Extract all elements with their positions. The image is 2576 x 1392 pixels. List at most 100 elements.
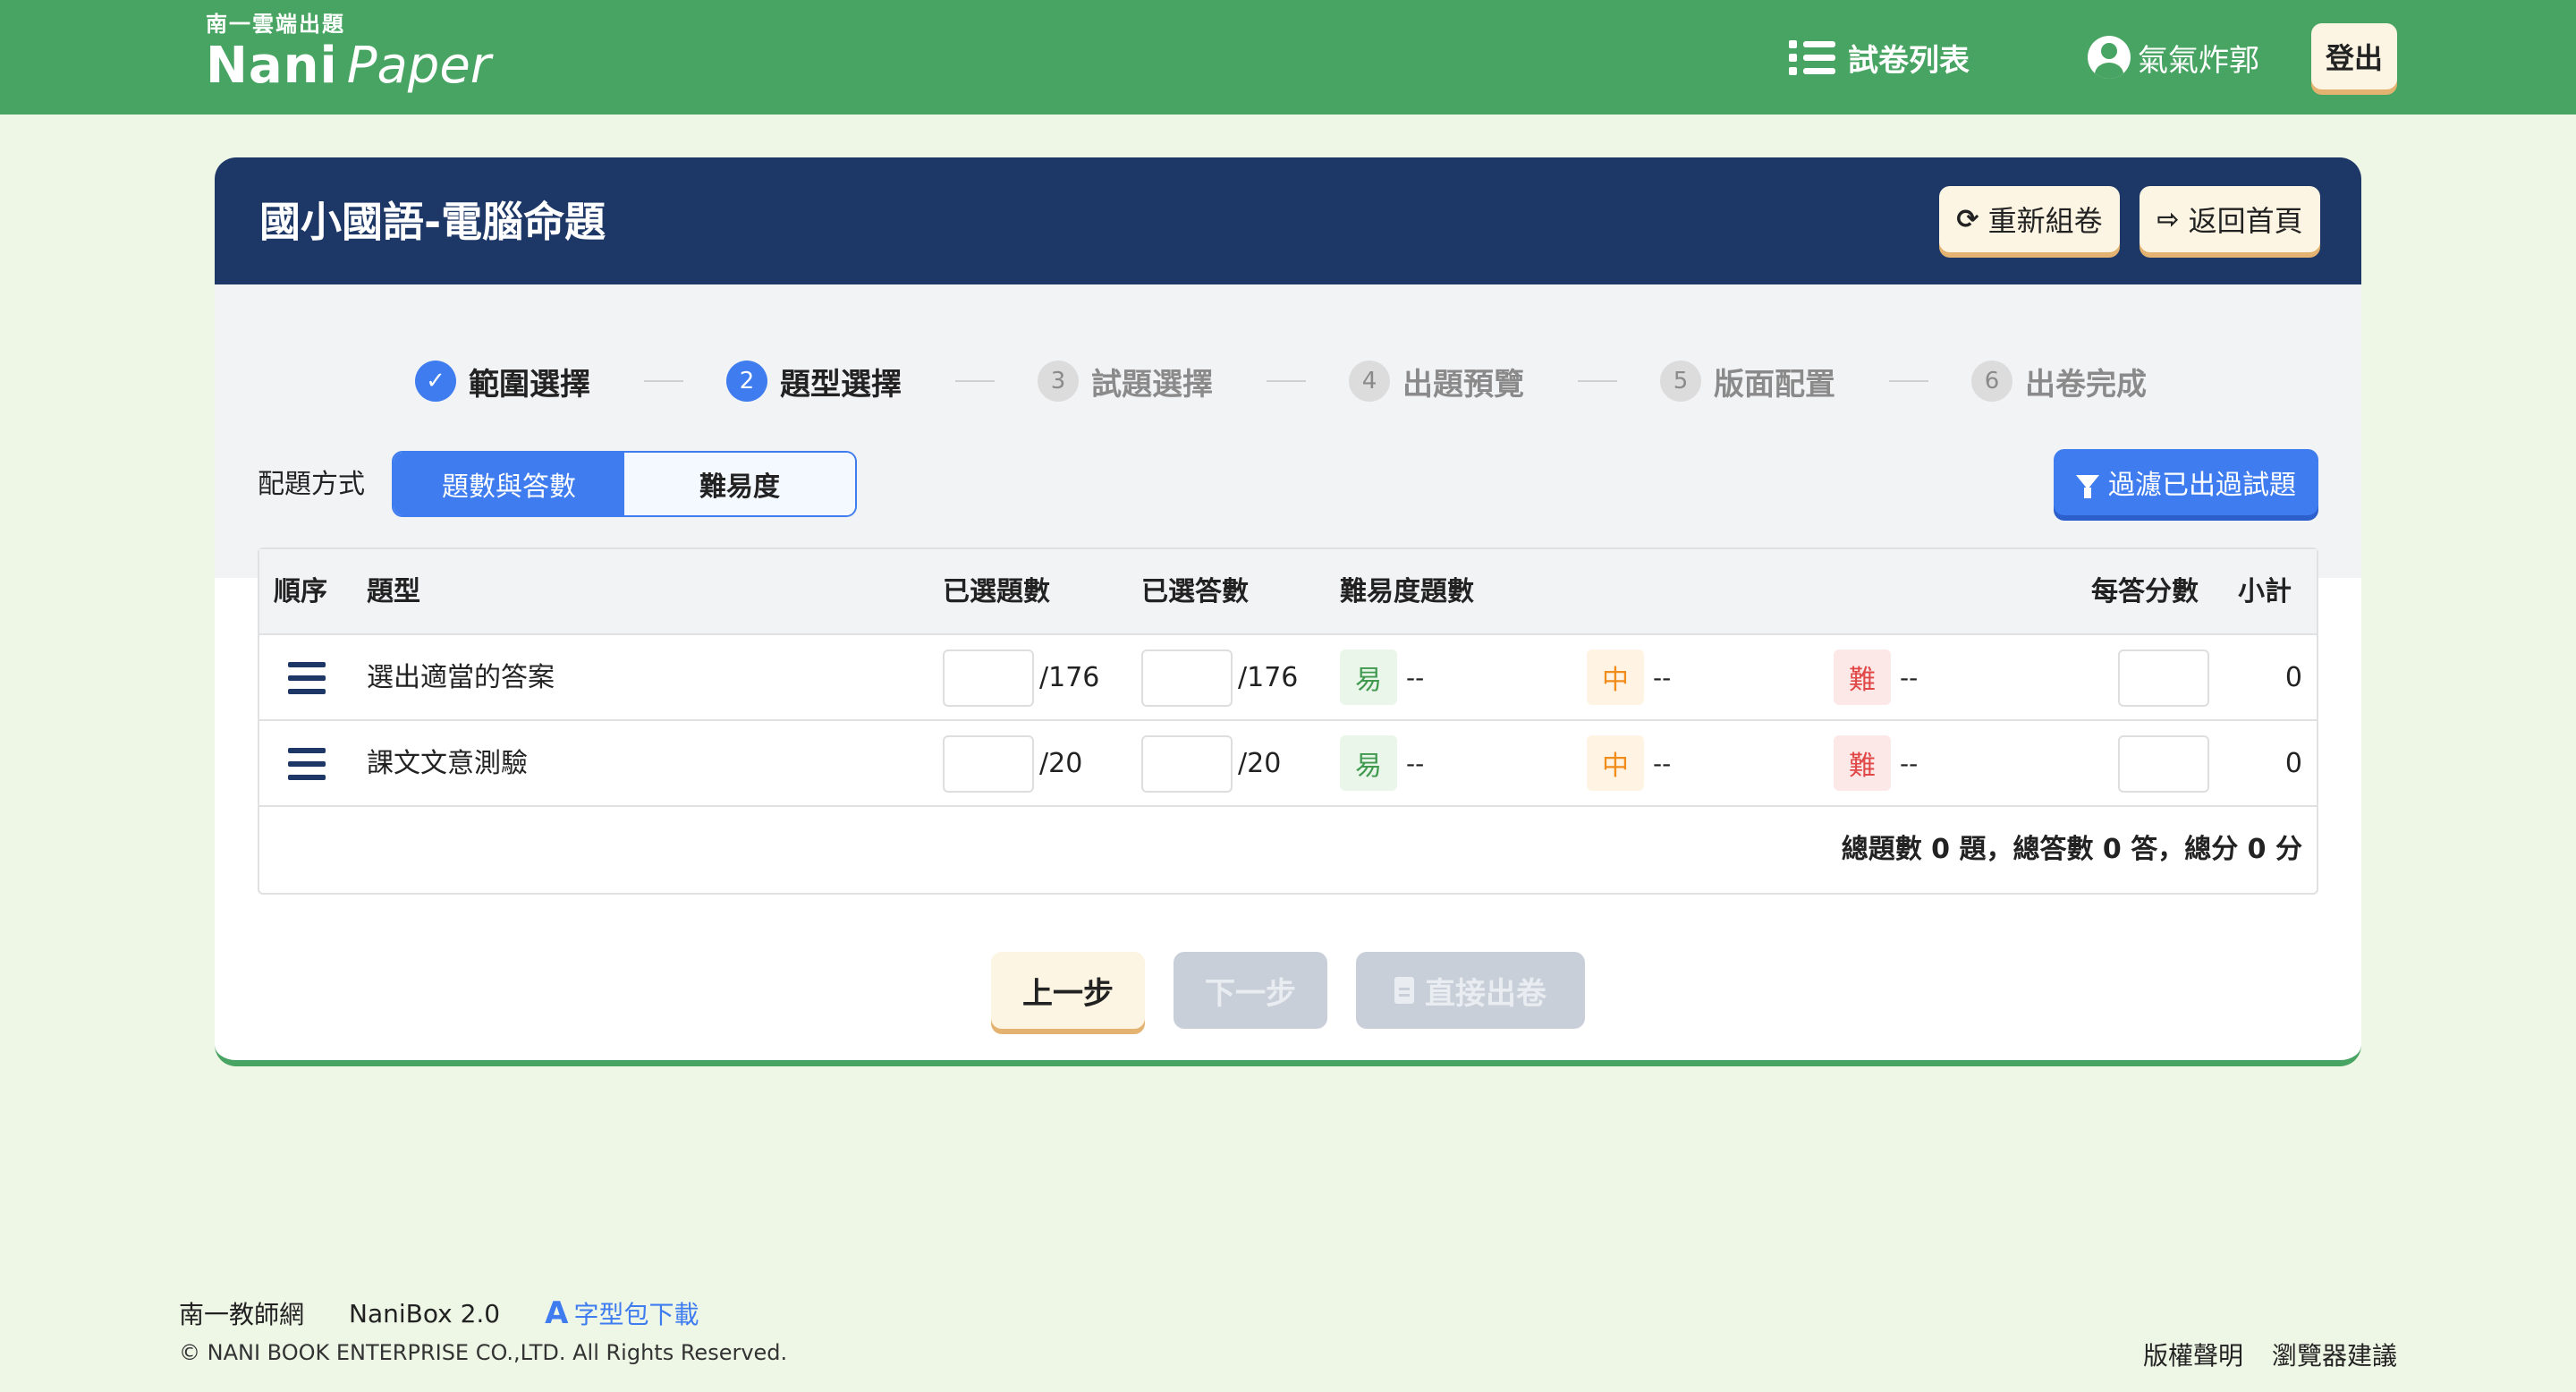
step-complete: 6 出卷完成 — [1971, 360, 2147, 403]
step-label: 範圍選擇 — [469, 366, 590, 403]
step-question: 3 試題選擇 — [1038, 360, 1213, 403]
step-divider — [1889, 380, 1928, 382]
step-divider — [644, 380, 683, 382]
mode-difficulty-tab[interactable]: 難易度 — [624, 453, 855, 515]
table-summary: 總題數 0 題，總答數 0 答，總分 0 分 — [1841, 834, 2302, 865]
footer-right-links: 版權聲明 瀏覽器建議 — [2143, 1337, 2397, 1372]
drag-handle-icon[interactable] — [288, 748, 326, 780]
hard-count: -- — [1900, 663, 1919, 692]
easy-badge: 易 — [1340, 735, 1397, 791]
table-header: 順序 題型 已選題數 已選答數 難易度題數 每答分數 小計 — [259, 549, 2317, 635]
brand-title: Nani Paper — [206, 38, 491, 95]
score-per-answer-input[interactable] — [2118, 735, 2209, 793]
medium-count: -- — [1653, 749, 1672, 778]
col-selected-questions: 已選題數 — [943, 576, 1050, 607]
footer-link-font-download[interactable]: A 字型包下載 — [545, 1295, 743, 1331]
col-difficulty: 難易度題數 — [1340, 576, 1474, 607]
drag-handle-icon[interactable] — [288, 662, 326, 694]
brand-nani: Nani — [206, 37, 338, 95]
col-selected-answers: 已選答數 — [1141, 576, 1249, 607]
footer-links: 南一教師網 NaniBox 2.0 A 字型包下載 — [179, 1295, 743, 1331]
step-number: 3 — [1038, 361, 1079, 402]
card-header: 國小國語-電腦命題 ⟳ 重新組卷 ⇨ 返回首頁 — [215, 157, 2361, 284]
step-progress-bar — [215, 284, 2361, 578]
home-button[interactable]: ⇨ 返回首頁 — [2140, 186, 2320, 252]
list-icon — [1789, 38, 1837, 76]
step-layout: 5 版面配置 — [1660, 360, 1835, 403]
copyright-text: © NANI BOOK ENTERPRISE CO.,LTD. All Righ… — [179, 1340, 788, 1365]
row-type: 課文文意測驗 — [367, 748, 528, 779]
easy-count: -- — [1406, 749, 1425, 778]
hard-badge: 難 — [1834, 735, 1891, 791]
easy-count: -- — [1406, 663, 1425, 692]
table-row: 選出適當的答案 /176 /176 易 -- 中 -- 難 -- 0 — [259, 635, 2317, 721]
logout-button[interactable]: 登出 — [2311, 23, 2397, 89]
nav-user[interactable]: 氣氣炸郭 — [2088, 32, 2259, 82]
step-number: 5 — [1660, 361, 1701, 402]
mode-count-tab[interactable]: 題數與答數 — [394, 453, 624, 515]
brand-subtitle: 南一雲端出題 — [206, 12, 345, 37]
footer-link-browser-advice[interactable]: 瀏覽器建議 — [2272, 1337, 2397, 1372]
filter-used-questions-button[interactable]: 過濾已出過試題 — [2054, 449, 2318, 515]
next-step-button[interactable]: 下一步 — [1174, 952, 1327, 1029]
step-number: 2 — [726, 361, 767, 402]
step-divider — [1267, 380, 1306, 382]
row-subtotal: 0 — [2284, 662, 2302, 693]
direct-export-button[interactable]: 直接出卷 — [1356, 952, 1585, 1029]
footer-link-teacher[interactable]: 南一教師網 — [179, 1295, 304, 1331]
hard-count: -- — [1900, 749, 1919, 778]
col-type: 題型 — [367, 576, 420, 607]
check-icon: ✓ — [415, 361, 456, 402]
user-name: 氣氣炸郭 — [2138, 42, 2259, 79]
step-label: 出卷完成 — [2025, 366, 2147, 403]
step-label: 出題預覽 — [1402, 366, 1524, 403]
step-divider — [1578, 380, 1617, 382]
step-label: 題型選擇 — [780, 366, 902, 403]
refresh-icon: ⟳ — [1956, 203, 1979, 235]
max-answers: /176 — [1238, 662, 1299, 693]
selected-questions-input[interactable] — [943, 649, 1034, 707]
max-questions: /176 — [1039, 662, 1100, 693]
col-score-per-answer: 每答分數 — [2091, 576, 2199, 607]
nav-exam-list[interactable]: 試卷列表 — [1789, 32, 1970, 82]
selected-answers-input[interactable] — [1141, 735, 1233, 793]
medium-badge: 中 — [1587, 649, 1644, 705]
brand-logo[interactable]: 南一雲端出題 Nani Paper — [206, 11, 491, 95]
prev-step-button[interactable]: 上一步 — [991, 952, 1145, 1029]
config-mode-toggle: 題數與答數 難易度 — [392, 451, 857, 517]
step-number: 4 — [1349, 361, 1390, 402]
brand-paper: Paper — [346, 37, 491, 95]
step-label: 試題選擇 — [1091, 366, 1213, 403]
row-subtotal: 0 — [2284, 748, 2302, 779]
max-answers: /20 — [1238, 748, 1282, 779]
filter-icon — [2076, 475, 2099, 498]
selected-questions-input[interactable] — [943, 735, 1034, 793]
direct-export-label: 直接出卷 — [1425, 975, 1546, 1012]
row-type: 選出適當的答案 — [367, 662, 555, 693]
step-preview: 4 出題預覽 — [1349, 360, 1524, 403]
score-per-answer-input[interactable] — [2118, 649, 2209, 707]
max-questions: /20 — [1039, 748, 1083, 779]
selected-answers-input[interactable] — [1141, 649, 1233, 707]
step-label: 版面配置 — [1714, 366, 1835, 403]
step-number: 6 — [1971, 361, 2012, 402]
top-header: 南一雲端出題 Nani Paper 試卷列表 氣氣炸郭 登出 — [0, 0, 2576, 115]
easy-badge: 易 — [1340, 649, 1397, 705]
step-type[interactable]: 2 題型選擇 — [726, 360, 902, 403]
col-order: 順序 — [274, 576, 327, 607]
nav-exam-list-label: 試卷列表 — [1848, 42, 1970, 79]
step-range[interactable]: ✓ 範圍選擇 — [415, 360, 590, 403]
col-subtotal: 小計 — [2238, 576, 2292, 607]
filter-label: 過濾已出過試題 — [2108, 470, 2296, 501]
footer-link-copyright-notice[interactable]: 版權聲明 — [2143, 1337, 2243, 1372]
reset-paper-button[interactable]: ⟳ 重新組卷 — [1939, 186, 2120, 252]
step-divider — [955, 380, 995, 382]
sign-out-icon: ⇨ — [2157, 203, 2180, 235]
table-row: 課文文意測驗 /20 /20 易 -- 中 -- 難 -- 0 — [259, 721, 2317, 807]
hard-badge: 難 — [1834, 649, 1891, 705]
reset-paper-label: 重新組卷 — [1987, 204, 2103, 238]
font-download-label: 字型包下載 — [573, 1300, 699, 1329]
config-mode-label: 配題方式 — [258, 469, 365, 500]
footer-link-nanibox[interactable]: NaniBox 2.0 — [349, 1299, 500, 1328]
question-type-table: 順序 題型 已選題數 已選答數 難易度題數 每答分數 小計 選出適當的答案 /1… — [258, 547, 2318, 895]
